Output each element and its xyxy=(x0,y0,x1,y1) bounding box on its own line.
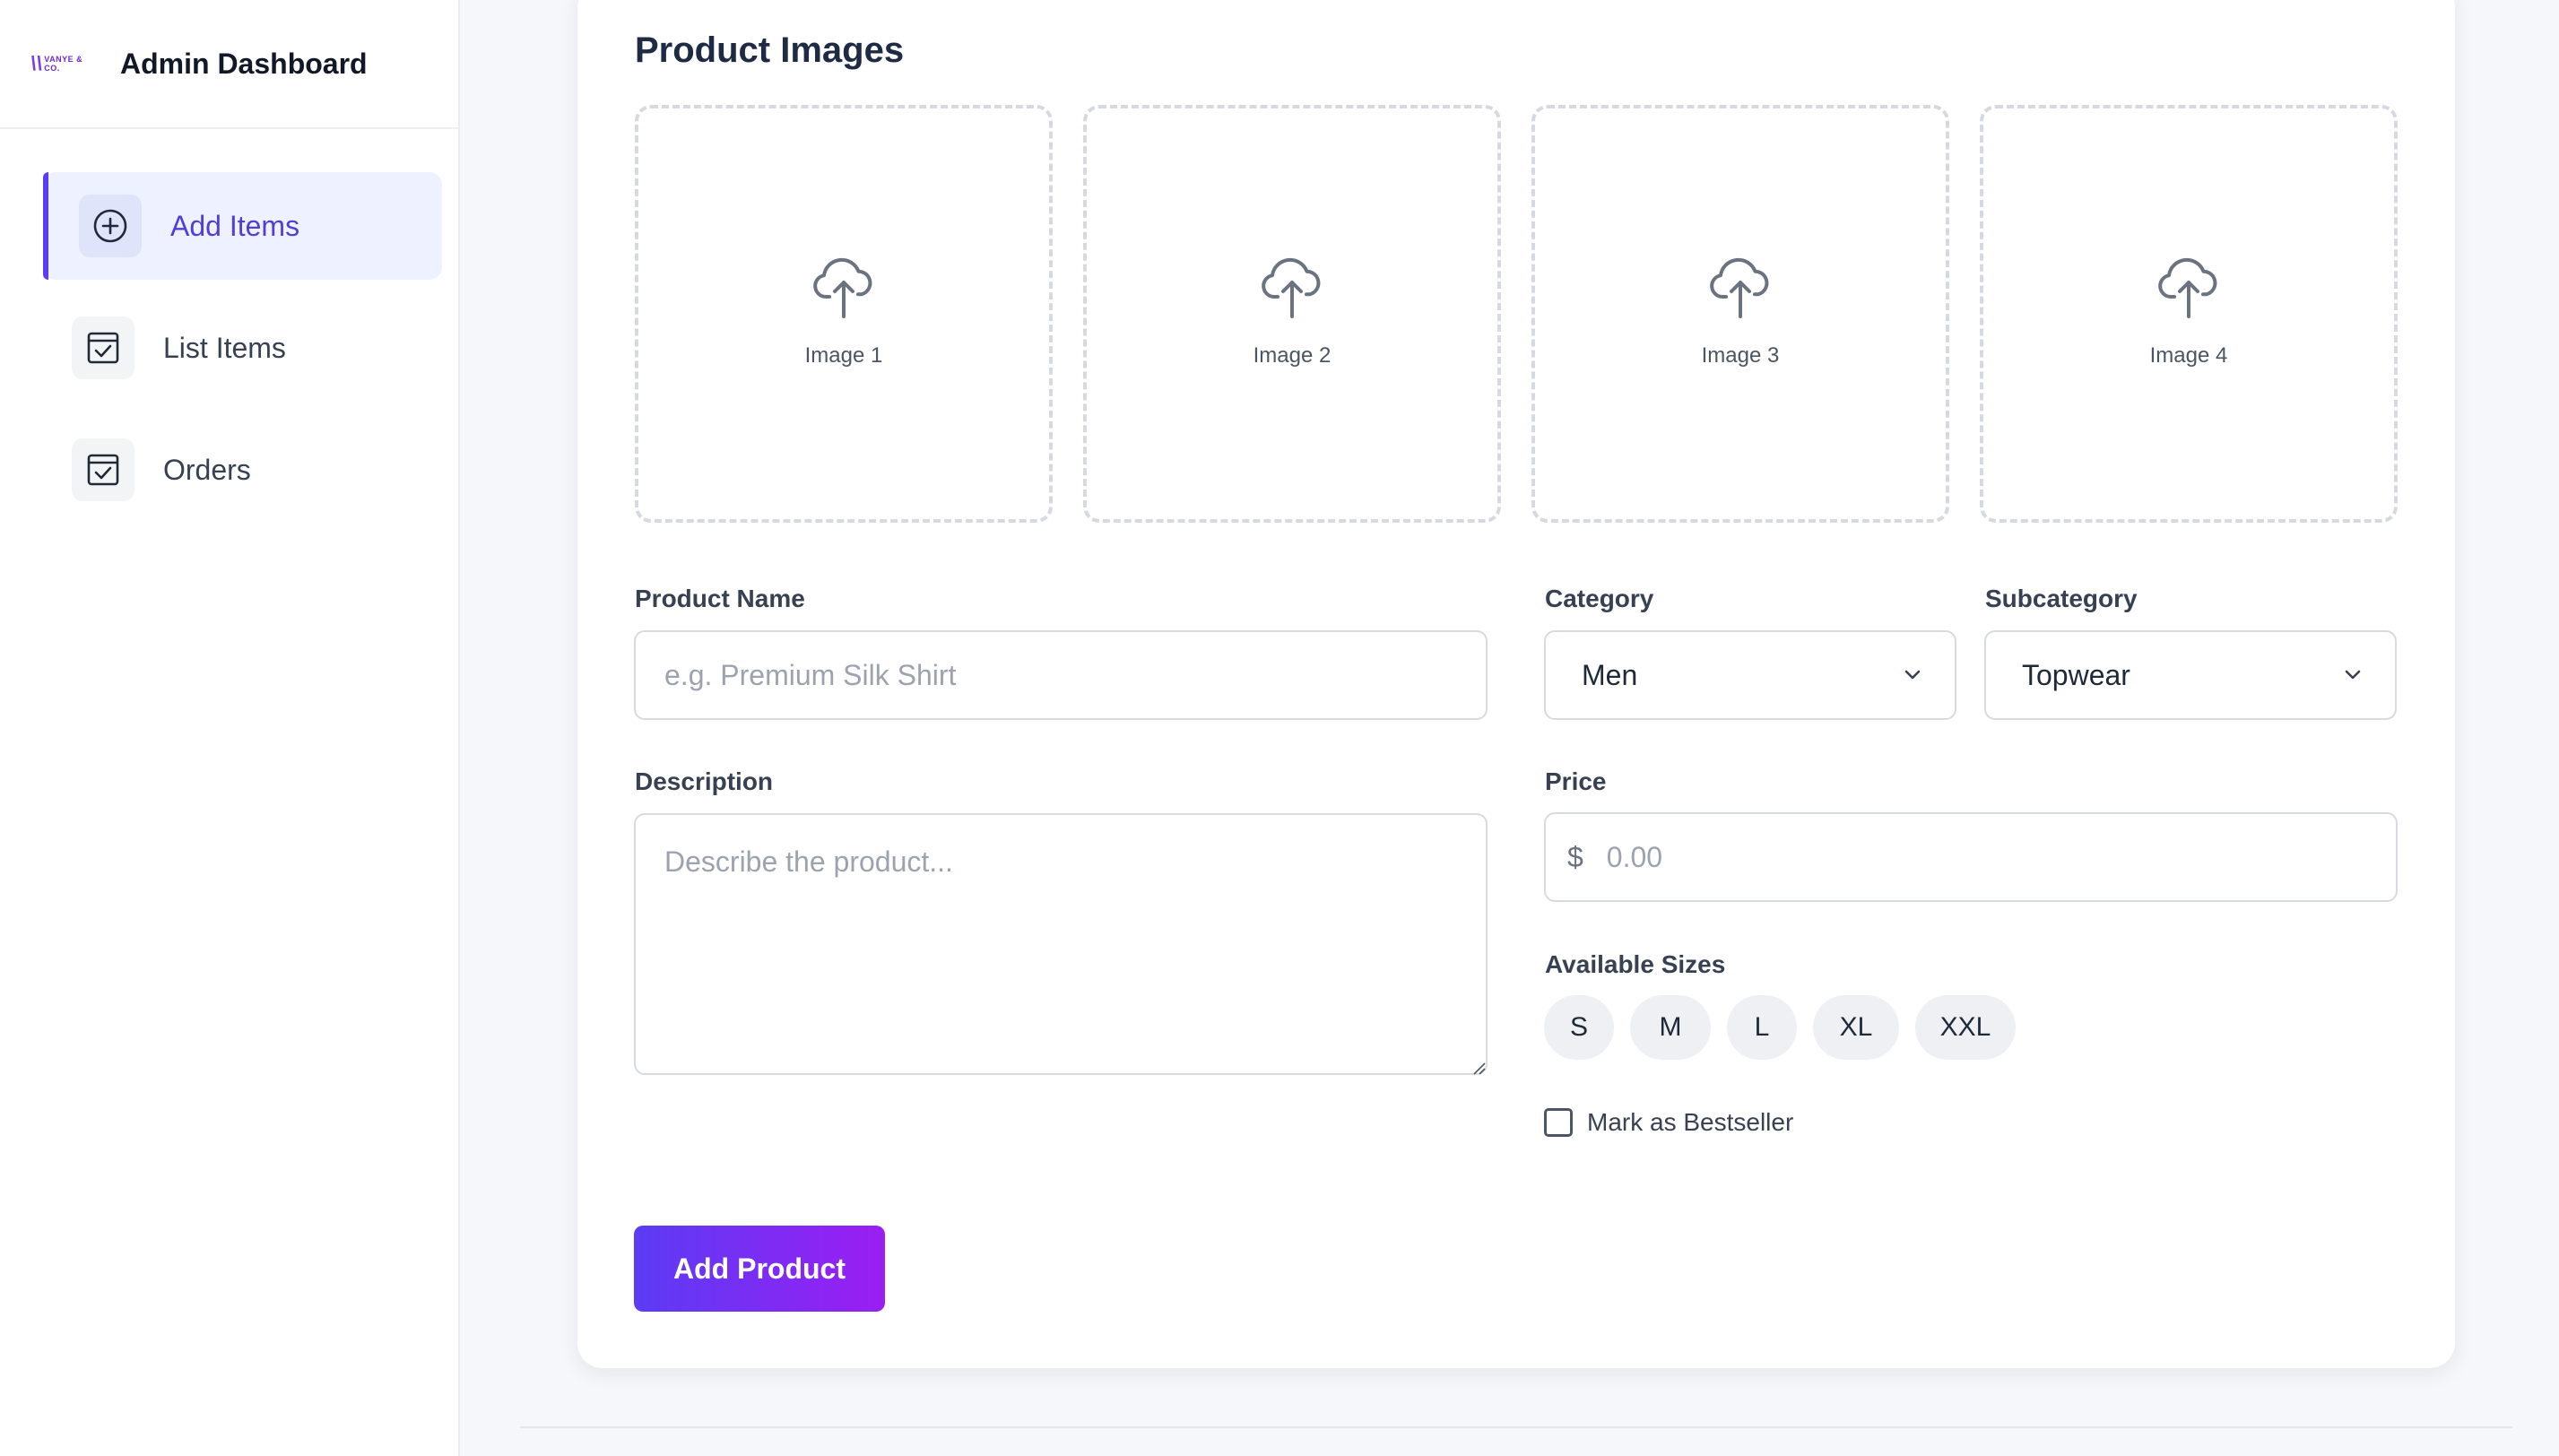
product-name-label: Product Name xyxy=(635,585,805,612)
image-slot-label: Image 1 xyxy=(804,343,883,368)
add-product-button[interactable]: Add Product xyxy=(634,1226,885,1312)
brand: \\ VANYE & CO. Admin Dashboard xyxy=(0,0,458,129)
subcategory-label: Subcategory xyxy=(1985,585,2138,612)
currency-symbol: $ xyxy=(1567,840,1583,873)
category-selected-value: Men xyxy=(1582,658,1638,691)
logo-swoosh-icon: \\ xyxy=(30,52,43,74)
image-slot-label: Image 2 xyxy=(1253,343,1332,368)
available-sizes-label: Available Sizes xyxy=(1545,950,1726,978)
image-upload-slot-4[interactable]: Image 4 xyxy=(1980,105,2398,523)
image-upload-slot-1[interactable]: Image 1 xyxy=(635,105,1053,523)
bestseller-label: Mark as Bestseller xyxy=(1587,1108,1794,1136)
app-title: Admin Dashboard xyxy=(120,47,368,80)
subcategory-select[interactable]: Topwear xyxy=(1984,630,2397,720)
size-options: S M L XL XXL xyxy=(1544,995,2032,1060)
sidebar-item-label: Add Items xyxy=(170,209,300,242)
category-label: Category xyxy=(1545,585,1654,612)
image-upload-slot-3[interactable]: Image 3 xyxy=(1531,105,1949,523)
price-input[interactable] xyxy=(1606,840,2324,874)
description-textarea[interactable] xyxy=(634,813,1488,1075)
upload-cloud-icon xyxy=(813,257,872,318)
sidebar-item-orders[interactable]: Orders xyxy=(43,416,442,524)
description-label: Description xyxy=(635,767,774,795)
calendar-check-icon xyxy=(72,316,134,379)
upload-cloud-icon xyxy=(1710,257,1769,318)
chevron-down-icon xyxy=(1904,670,1921,680)
bestseller-option[interactable]: Mark as Bestseller xyxy=(1544,1108,1793,1137)
sidebar-item-label: Orders xyxy=(163,453,251,486)
plus-circle-icon xyxy=(79,195,142,257)
size-chip-m[interactable]: M xyxy=(1630,995,1711,1060)
resize-handle-icon[interactable] xyxy=(1470,1060,1487,1076)
chevron-down-icon xyxy=(2345,670,2361,680)
sidebar-item-add-items[interactable]: Add Items xyxy=(43,172,442,280)
image-upload-slot-2[interactable]: Image 2 xyxy=(1083,105,1501,523)
upload-cloud-icon xyxy=(2158,257,2217,318)
product-images-title: Product Images xyxy=(635,30,905,70)
bestseller-checkbox[interactable] xyxy=(1544,1108,1573,1137)
image-slot-label: Image 3 xyxy=(1701,343,1780,368)
subcategory-selected-value: Topwear xyxy=(2022,658,2130,691)
size-chip-s[interactable]: S xyxy=(1544,995,1614,1060)
upload-cloud-icon xyxy=(1262,257,1321,318)
sidebar-item-label: List Items xyxy=(163,331,286,364)
category-select[interactable]: Men xyxy=(1544,630,1956,720)
image-slot-label: Image 4 xyxy=(2149,343,2228,368)
sidebar-item-list-items[interactable]: List Items xyxy=(43,294,442,402)
calendar-check-icon xyxy=(72,438,134,501)
size-chip-xl[interactable]: XL xyxy=(1813,995,1899,1060)
sidebar: \\ VANYE & CO. Admin Dashboard Add Items xyxy=(0,0,460,1456)
logo-text: VANYE & CO. xyxy=(44,55,83,73)
size-chip-xxl[interactable]: XXL xyxy=(1915,995,2016,1060)
divider xyxy=(520,1426,2512,1428)
size-chip-l[interactable]: L xyxy=(1727,995,1797,1060)
price-label: Price xyxy=(1545,767,1607,795)
sidebar-nav: Add Items List Items Orders xyxy=(0,129,458,524)
product-name-input[interactable] xyxy=(634,630,1488,720)
brand-logo[interactable]: \\ VANYE & CO. xyxy=(30,51,95,76)
price-field[interactable]: $ xyxy=(1544,812,2398,902)
